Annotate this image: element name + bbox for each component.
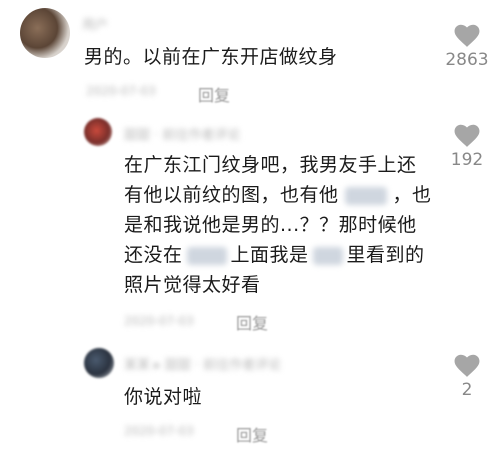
reply-button[interactable]: 回复 <box>198 82 230 106</box>
text-fragment: 有他以前纹的图，也有他 <box>124 184 339 206</box>
text-line: 照片觉得太好看 <box>124 274 261 296</box>
username[interactable]: 用户 <box>82 14 108 33</box>
blurred-text <box>186 246 227 265</box>
text-line: 有他以前纹的图，也有他 ，也 <box>124 180 444 210</box>
heart-icon <box>454 24 480 47</box>
avatar[interactable] <box>20 8 70 58</box>
text-line: 是和我说他是男的...？？那时候他 <box>124 214 417 236</box>
text-line: 还没在 上面我是 里看到的 <box>124 240 444 270</box>
like-button[interactable]: 2 <box>437 354 497 400</box>
reply-item: 甜甜 · 前往作者评论 在广东江门纹身吧，我男友手上还 有他以前纹的图，也有他 ，… <box>0 110 500 340</box>
text-fragment: 上面我是 <box>230 244 309 266</box>
comment-text: 在广东江门纹身吧，我男友手上还 有他以前纹的图，也有他 ，也 是和我说他是男的..… <box>124 150 444 300</box>
like-count: 2863 <box>445 50 489 70</box>
like-button[interactable]: 192 <box>437 124 497 170</box>
text-fragment: ，也 <box>392 184 432 206</box>
text-line: 在广东江门纹身吧，我男友手上还 <box>124 154 417 176</box>
heart-icon <box>454 354 480 377</box>
username[interactable]: 甜甜 · 前往作者评论 <box>124 124 240 143</box>
reply-button[interactable]: 回复 <box>236 422 268 446</box>
blurred-text <box>344 186 387 205</box>
text-fragment: 里看到的 <box>346 244 425 266</box>
avatar[interactable] <box>84 348 114 378</box>
like-count: 192 <box>450 150 484 170</box>
comment-item: 用户 男的。以前在广东开店做纹身 2020-07-03 回复 2863 <box>0 0 500 110</box>
reply-item: 某某 ▸ 甜甜 · 前往作者评论 你说对啦 2020-07-03 回复 2 <box>0 340 500 453</box>
reply-button[interactable]: 回复 <box>236 310 268 334</box>
heart-icon <box>454 124 480 147</box>
comment-text: 你说对啦 <box>124 386 203 408</box>
comment-text: 男的。以前在广东开店做纹身 <box>84 46 338 68</box>
blurred-text <box>312 246 343 265</box>
comment-timestamp: 2020-07-03 <box>124 314 194 328</box>
username[interactable]: 某某 ▸ 甜甜 · 前往作者评论 <box>124 354 281 373</box>
text-fragment: 还没在 <box>124 244 183 266</box>
avatar[interactable] <box>84 118 112 146</box>
like-count: 2 <box>461 380 473 400</box>
comment-timestamp: 2020-07-03 <box>124 424 194 438</box>
comment-timestamp: 2020-07-03 <box>86 84 156 98</box>
like-button[interactable]: 2863 <box>437 24 497 70</box>
